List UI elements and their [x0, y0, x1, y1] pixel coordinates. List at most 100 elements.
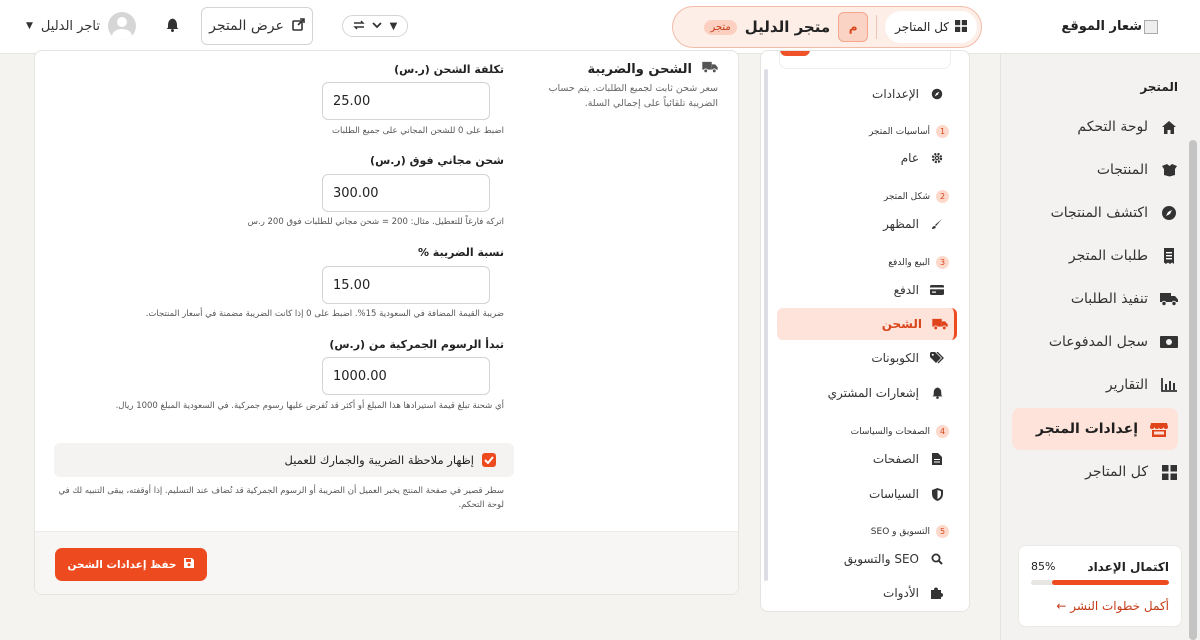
sidebar-item-store-settings[interactable]: إعدادات المتجر [1012, 408, 1178, 450]
tax-rate-help: ضريبة القيمة المضافة في السعودية 15%. اض… [145, 309, 504, 319]
settings-group-pages: 4 الصفحات والسياسات [851, 425, 949, 438]
free-shipping-help: اتركه فارغاً للتعطيل. مثال: 200 = شحن مج… [247, 217, 504, 227]
free-shipping-threshold-input[interactable] [322, 174, 490, 212]
all-stores-button[interactable]: كل المتاجر [885, 11, 977, 43]
divider [876, 15, 878, 39]
sidebar-item-label: اكتشف المنتجات [1050, 205, 1148, 221]
settings-nav-label: المظهر [883, 217, 919, 231]
sidebar-item-dashboard[interactable]: لوحة التحكم [1014, 108, 1178, 146]
settings-nav: الإعدادات 1 أساسيات المتجر عام 2 شكل الم… [760, 50, 970, 612]
chart-icon [1160, 378, 1178, 392]
scrollbar-thumb[interactable] [764, 69, 768, 581]
swap-arrows-icon [353, 20, 365, 33]
step-number: 1 [936, 125, 949, 138]
setup-progress-card: اكتمال الإعداد 85% أكمل خطوات النشر ← [1018, 545, 1182, 627]
file-icon [929, 453, 945, 465]
customs-threshold-help: أي شحنة تبلغ قيمة استيرادها هذا المبلغ أ… [115, 401, 504, 411]
sidebar-item-payments-log[interactable]: سجل المدفوعات [1014, 323, 1178, 361]
settings-nav-label: الكوبونات [871, 351, 919, 365]
tax-rate-input[interactable] [322, 266, 490, 304]
checkbox-checked[interactable] [482, 453, 496, 467]
settings-nav-item-shipping[interactable]: الشحن [777, 308, 957, 340]
sidebar-item-store-orders[interactable]: طلبات المتجر [1014, 237, 1178, 275]
section-title-text: الشحن والضريبة [587, 61, 692, 77]
sidebar-item-reports[interactable]: التقارير [1014, 366, 1178, 404]
settings-nav-item-general[interactable]: عام [779, 143, 951, 173]
sidebar-item-label: سجل المدفوعات [1048, 334, 1148, 350]
tax-customs-notice-toggle[interactable]: إظهار ملاحظة الضريبة والجمارك للعميل [54, 443, 514, 477]
truck-icon [1160, 292, 1178, 306]
store-type-badge: متجر [704, 19, 737, 35]
settings-nav-label: الدفع [893, 283, 919, 297]
setup-progress-bar [1031, 580, 1169, 585]
notifications-bell-icon[interactable] [166, 18, 179, 35]
sidebar-item-label: المنتجات [1096, 162, 1148, 178]
save-shipping-settings-button[interactable]: حفظ إعدادات الشحن [55, 548, 207, 581]
all-stores-label: كل المتاجر [895, 20, 949, 34]
shipping-cost-label: تكلفة الشحن (ر.س) [394, 63, 504, 76]
settings-nav-item-settings[interactable]: الإعدادات [779, 79, 951, 109]
setup-title: اكتمال الإعداد [1087, 560, 1169, 574]
truck-icon [932, 318, 948, 330]
store-switcher[interactable]: كل المتاجر م متجر الدليل متجر [672, 6, 982, 48]
caret-down-icon: ▼ [389, 20, 398, 32]
truck-icon [702, 61, 718, 77]
sidebar-item-label: طلبات المتجر [1068, 248, 1148, 264]
external-link-icon [292, 17, 305, 35]
settings-nav-item-pages[interactable]: الصفحات [779, 444, 951, 474]
save-icon [184, 558, 195, 571]
money-icon [1160, 336, 1178, 348]
caret-down-icon: ▼ [26, 21, 33, 31]
tags-icon [929, 352, 945, 364]
gear-icon [929, 152, 945, 164]
settings-nav-item-payment[interactable]: الدفع [779, 275, 951, 305]
sidebar-item-fulfillment[interactable]: تنفيذ الطلبات [1014, 280, 1178, 318]
sidebar-item-products[interactable]: المنتجات [1014, 151, 1178, 189]
view-store-button[interactable]: عرض المتجر [201, 7, 313, 45]
settings-nav-item-buyer-notifications[interactable]: إشعارات المشتري [779, 378, 951, 408]
sidebar-item-label: إعدادات المتجر [1035, 421, 1138, 437]
group-label: أساسيات المتجر [868, 126, 930, 137]
page-scrollbar[interactable] [1188, 0, 1198, 640]
group-label: شكل المتجر [883, 191, 930, 202]
group-label: الصفحات والسياسات [850, 426, 930, 437]
store-swap-dropdown[interactable]: ▼ [342, 15, 408, 37]
step-number: 4 [936, 425, 949, 438]
site-logo[interactable]: شعار الموقع [1000, 0, 1200, 54]
step-number: 3 [936, 256, 949, 269]
compass-icon [1160, 205, 1178, 221]
sidebar-item-label: تنفيذ الطلبات [1070, 291, 1148, 307]
step-number: 2 [936, 190, 949, 203]
brush-icon [929, 218, 945, 230]
settings-nav-item-tools[interactable]: الأدوات [779, 578, 951, 608]
shipping-cost-input[interactable] [322, 82, 490, 120]
customs-threshold-input[interactable] [322, 357, 490, 395]
section-title: الشحن والضريبة [587, 61, 718, 77]
free-shipping-label: شحن مجاني فوق (ر.س) [370, 154, 504, 167]
boxes-icon [1160, 163, 1178, 177]
grid-icon [1160, 464, 1178, 480]
view-store-label: عرض المتجر [209, 18, 284, 34]
settings-nav-scrollbar[interactable] [763, 69, 768, 581]
settings-nav-label: إشعارات المشتري [827, 386, 919, 400]
settings-nav-item-policies[interactable]: السياسات [779, 479, 951, 509]
sidebar-item-discover-products[interactable]: اكتشف المنتجات [1014, 194, 1178, 232]
grid-icon [955, 19, 967, 35]
settings-nav-label: الصفحات [872, 452, 919, 466]
setup-progress-fill [1051, 580, 1169, 585]
sidebar-item-all-stores[interactable]: كل المتاجر [1014, 453, 1178, 491]
sidebar-section-title: المتجر [1140, 80, 1178, 94]
settings-nav-item-coupons[interactable]: الكوبونات [779, 343, 951, 373]
complete-setup-link[interactable]: أكمل خطوات النشر ← [1031, 599, 1169, 613]
settings-nav-label: SEO والتسويق [843, 552, 919, 566]
settings-nav-item-seo[interactable]: SEO والتسويق [779, 544, 951, 574]
card-footer: حفظ إعدادات الشحن [35, 531, 738, 594]
settings-nav-label: الأدوات [883, 586, 919, 600]
top-bar: كل المتاجر م متجر الدليل متجر ▼ عرض المت… [0, 0, 1000, 54]
settings-nav-item-appearance[interactable]: المظهر [779, 209, 951, 239]
current-store-name: متجر الدليل [744, 18, 831, 36]
user-menu[interactable]: تاجر الدليل ▼ [26, 12, 136, 40]
scrollbar-thumb[interactable] [1189, 140, 1197, 640]
broken-image-icon [1144, 19, 1158, 34]
settings-nav-label: الإعدادات [872, 87, 919, 101]
